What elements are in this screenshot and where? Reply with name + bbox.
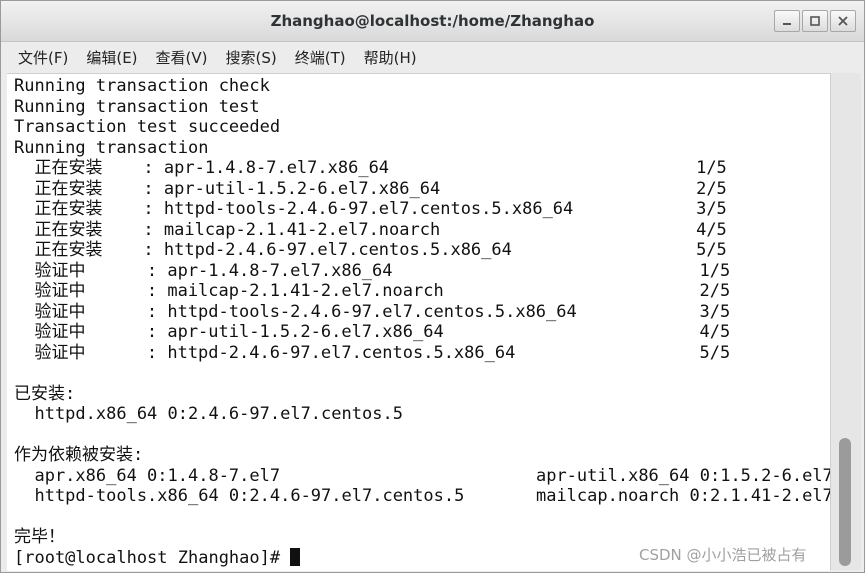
terminal-line: 正在安装 : httpd-tools-2.4.6-97.el7.centos.5… [14, 199, 727, 219]
terminal-line: Transaction test succeeded [14, 117, 281, 137]
window-title: Zhanghao@localhost:/home/Zhanghao [270, 12, 595, 30]
terminal-line: 正在安装 : mailcap-2.1.41-2.el7.noarch 4/5 [14, 219, 727, 240]
scrollbar-thumb[interactable] [839, 438, 851, 566]
terminal-line: 正在安装 : httpd-2.4.6-97.el7.centos.5.x86_6… [14, 240, 727, 260]
menu-view[interactable]: 查看(V) [147, 47, 217, 68]
menu-help[interactable]: 帮助(H) [355, 47, 426, 68]
close-icon[interactable] [830, 10, 856, 32]
terminal-line: 正在安装 : apr-util-1.5.2-6.el7.x86_64 2/5 [14, 178, 727, 199]
terminal-window: Zhanghao@localhost:/home/Zhanghao 文件(F) … [0, 0, 865, 573]
menu-bar: 文件(F) 编辑(E) 查看(V) 搜索(S) 终端(T) 帮助(H) [1, 42, 864, 72]
terminal-line: 正在安装 : apr-1.4.8-7.el7.x86_64 1/5 [14, 158, 727, 178]
terminal-line: Running transaction [14, 137, 209, 158]
terminal-line: 验证中 : apr-util-1.5.2-6.el7.x86_64 4/5 [14, 322, 731, 342]
terminal-line: 作为依赖被安装: [14, 445, 144, 465]
terminal-line: 验证中 : httpd-tools-2.4.6-97.el7.centos.5.… [14, 301, 731, 322]
menu-search[interactable]: 搜索(S) [217, 47, 286, 68]
terminal-line: 验证中 : apr-1.4.8-7.el7.x86_64 1/5 [14, 260, 731, 281]
menu-terminal[interactable]: 终端(T) [286, 47, 355, 68]
terminal-line: apr.x86_64 0:1.4.8-7.el7 apr-util.x86_64… [14, 465, 830, 486]
terminal-line: httpd-tools.x86_64 0:2.4.6-97.el7.centos… [14, 486, 830, 506]
watermark: CSDN @小小浩已被占有 [639, 546, 807, 564]
window-controls [774, 10, 856, 32]
terminal-output[interactable]: Running transaction check Running transac… [7, 73, 830, 571]
terminal-line: httpd.x86_64 0:2.4.6-97.el7.centos.5 [14, 404, 403, 424]
menu-edit[interactable]: 编辑(E) [77, 47, 146, 68]
terminal-line: Running transaction check [14, 76, 270, 96]
terminal-line: 验证中 : httpd-2.4.6-97.el7.centos.5.x86_64… [14, 342, 731, 363]
text-cursor [290, 547, 301, 566]
menu-file[interactable]: 文件(F) [9, 47, 77, 68]
shell-prompt: [root@localhost Zhanghao]# [14, 547, 291, 568]
terminal-line: 已安装: [14, 383, 76, 404]
scrollbar[interactable] [830, 73, 861, 570]
title-bar[interactable]: Zhanghao@localhost:/home/Zhanghao [1, 1, 864, 42]
minimize-icon[interactable] [774, 10, 800, 32]
maximize-icon[interactable] [802, 10, 828, 32]
terminal-lines: Running transaction check Running transac… [14, 76, 830, 568]
terminal-line: 验证中 : mailcap-2.1.41-2.el7.noarch 2/5 [14, 281, 731, 301]
terminal-line: Running transaction test [14, 96, 260, 117]
